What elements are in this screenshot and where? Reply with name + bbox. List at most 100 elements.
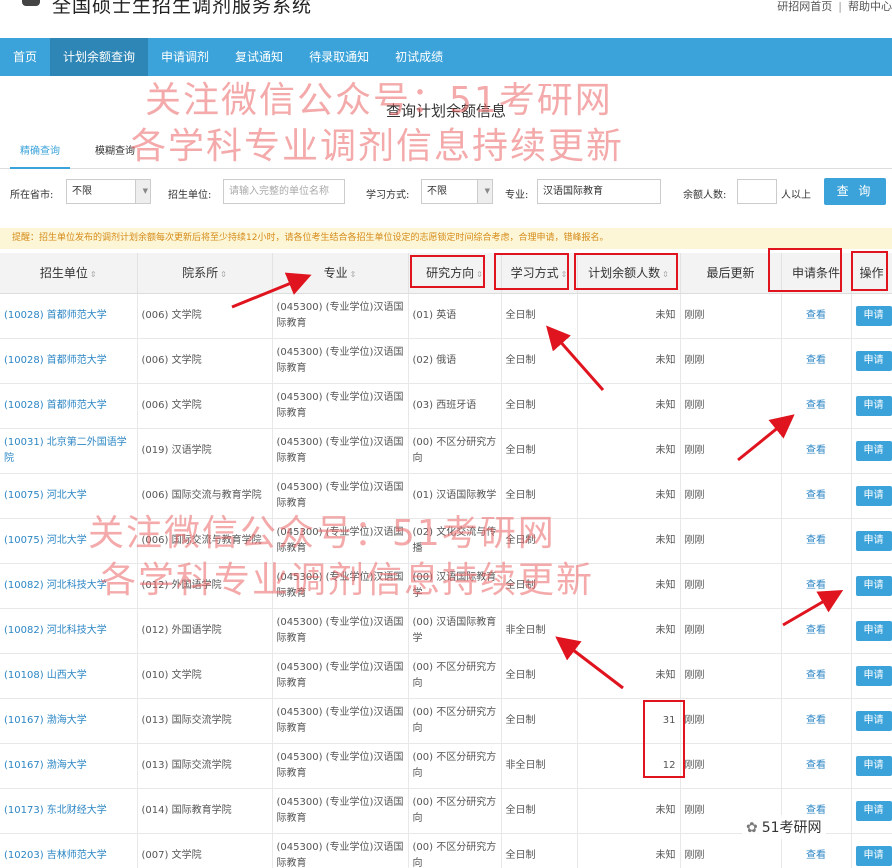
view-conditions-link[interactable]: 查看: [806, 535, 826, 546]
query-button[interactable]: 查 询: [824, 178, 886, 205]
apply-button[interactable]: 申请: [855, 305, 891, 326]
view-conditions-link[interactable]: 查看: [806, 580, 826, 591]
unit-link[interactable]: (10082) 河北科技大学: [4, 580, 107, 591]
apply-button[interactable]: 申请: [855, 530, 891, 551]
unit-link[interactable]: (10167) 渤海大学: [4, 760, 87, 771]
apply-button[interactable]: 申请: [855, 485, 891, 506]
cell-study-mode: 全日制: [501, 383, 578, 429]
table-row: (10028) 首都师范大学 (006) 文学院 (045300) (专业学位)汉语…: [0, 383, 892, 429]
unit-link[interactable]: (10203) 吉林师范大学: [4, 850, 107, 861]
unit-link[interactable]: (10167) 渤海大学: [4, 715, 87, 726]
col-header-major[interactable]: 专业 ⇕: [272, 253, 409, 294]
cell-study-mode: 全日制: [501, 653, 578, 699]
nav-plan-balance-query[interactable]: 计划余额查询: [50, 38, 149, 76]
apply-button[interactable]: 申请: [855, 710, 891, 731]
view-conditions-link[interactable]: 查看: [806, 490, 826, 501]
cell-action: 申请: [851, 563, 892, 609]
cell-direction: (00) 不区分研究方向: [408, 743, 502, 789]
col-header-unit[interactable]: 招生单位 ⇕: [0, 253, 138, 294]
tab-exact-query[interactable]: 精确查询: [20, 142, 60, 157]
help-link[interactable]: 帮助中心: [848, 0, 892, 13]
cell-unit: (10108) 山西大学: [0, 653, 138, 699]
sort-icon: ⇕: [349, 270, 357, 280]
cell-conditions: 查看: [781, 383, 852, 429]
cell-dept: (006) 文学院: [137, 338, 273, 384]
apply-button[interactable]: 申请: [855, 575, 891, 596]
cell-unit: (10082) 河北科技大学: [0, 608, 138, 654]
province-label: 所在省市:: [10, 190, 54, 201]
unit-link[interactable]: (10028) 首都师范大学: [4, 355, 107, 366]
tab-fuzzy-query[interactable]: 模糊查询: [95, 142, 135, 157]
cell-study-mode: 全日制: [501, 698, 578, 744]
study-mode-label: 学习方式:: [366, 190, 410, 201]
view-conditions-link[interactable]: 查看: [806, 760, 826, 771]
unit-link[interactable]: (10028) 首都师范大学: [4, 400, 107, 411]
cell-major: (045300) (专业学位)汉语国际教育: [272, 608, 409, 654]
nav-home[interactable]: 首页: [0, 38, 50, 76]
cell-conditions: 查看: [781, 473, 852, 519]
apply-button[interactable]: 申请: [855, 350, 891, 371]
cell-unit: (10167) 渤海大学: [0, 743, 138, 789]
cell-dept: (014) 国际教育学院: [137, 788, 273, 834]
unit-link[interactable]: (10075) 河北大学: [4, 535, 87, 546]
apply-button[interactable]: 申请: [855, 800, 891, 821]
cell-updated: 刚刚: [680, 293, 782, 339]
view-conditions-link[interactable]: 查看: [806, 715, 826, 726]
nav-apply-adjustment[interactable]: 申请调剂: [148, 38, 222, 76]
nav-initial-scores[interactable]: 初试成绩: [382, 38, 456, 76]
cell-conditions: 查看: [781, 743, 852, 789]
view-conditions-link[interactable]: 查看: [806, 445, 826, 456]
cell-dept: (019) 汉语学院: [137, 428, 273, 474]
view-conditions-link[interactable]: 查看: [806, 850, 826, 861]
unit-link[interactable]: (10108) 山西大学: [4, 670, 87, 681]
cell-major: (045300) (专业学位)汉语国际教育: [272, 383, 409, 429]
filter-bar: 所在省市: 不限 ▼ 招生单位: 请输入完整的单位名称 学习方式: 不限 ▼ 专…: [0, 178, 892, 208]
col-header-dept[interactable]: 院系所 ⇕: [137, 253, 273, 294]
apply-button[interactable]: 申请: [855, 665, 891, 686]
home-link[interactable]: 研招网首页: [777, 0, 832, 13]
cell-action: 申请: [851, 743, 892, 789]
province-select[interactable]: 不限 ▼: [66, 179, 151, 204]
remaining-input[interactable]: [737, 179, 777, 204]
table-row: (10082) 河北科技大学 (012) 外国语学院 (045300) (专业学位)…: [0, 563, 892, 609]
view-conditions-link[interactable]: 查看: [806, 310, 826, 321]
cell-direction: (01) 汉语国际教学: [408, 473, 502, 519]
nav-admission-notice[interactable]: 待录取通知: [296, 38, 382, 76]
apply-button[interactable]: 申请: [855, 620, 891, 641]
apply-button[interactable]: 申请: [855, 440, 891, 461]
unit-link[interactable]: (10028) 首都师范大学: [4, 310, 107, 321]
cell-action: 申请: [851, 833, 892, 868]
view-conditions-link[interactable]: 查看: [806, 805, 826, 816]
cell-action: 申请: [851, 788, 892, 834]
table-row: (10082) 河北科技大学 (012) 外国语学院 (045300) (专业学位)…: [0, 608, 892, 654]
cell-direction: (00) 汉语国际教育学: [408, 563, 502, 609]
cell-remaining: 未知: [577, 383, 681, 429]
cell-direction: (00) 不区分研究方向: [408, 653, 502, 699]
remaining-suffix: 人以上: [781, 190, 811, 201]
nav-retest-notice[interactable]: 复试通知: [222, 38, 296, 76]
unit-link[interactable]: (10082) 河北科技大学: [4, 625, 107, 636]
unit-link[interactable]: (10075) 河北大学: [4, 490, 87, 501]
study-mode-select[interactable]: 不限 ▼: [421, 179, 493, 204]
active-tab-indicator: [10, 167, 70, 169]
cell-updated: 刚刚: [680, 518, 782, 564]
cell-major: (045300) (专业学位)汉语国际教育: [272, 518, 409, 564]
view-conditions-link[interactable]: 查看: [806, 670, 826, 681]
table-row: (10075) 河北大学 (006) 国际交流与教育学院 (045300) (专业学…: [0, 473, 892, 519]
view-conditions-link[interactable]: 查看: [806, 355, 826, 366]
apply-button[interactable]: 申请: [855, 845, 891, 866]
view-conditions-link[interactable]: 查看: [806, 400, 826, 411]
apply-button[interactable]: 申请: [855, 395, 891, 416]
cell-conditions: 查看: [781, 608, 852, 654]
unit-link[interactable]: (10173) 东北财经大学: [4, 805, 107, 816]
unit-input[interactable]: 请输入完整的单位名称: [223, 179, 345, 204]
unit-link[interactable]: (10031) 北京第二外国语学院: [4, 437, 127, 464]
view-conditions-link[interactable]: 查看: [806, 625, 826, 636]
cell-unit: (10167) 渤海大学: [0, 698, 138, 744]
unit-label: 招生单位:: [168, 190, 212, 201]
cell-action: 申请: [851, 338, 892, 384]
apply-button[interactable]: 申请: [855, 755, 891, 776]
major-input[interactable]: 汉语国际教育: [537, 179, 661, 204]
cell-direction: (02) 文化交流与传播: [408, 518, 502, 564]
cell-unit: (10028) 首都师范大学: [0, 383, 138, 429]
